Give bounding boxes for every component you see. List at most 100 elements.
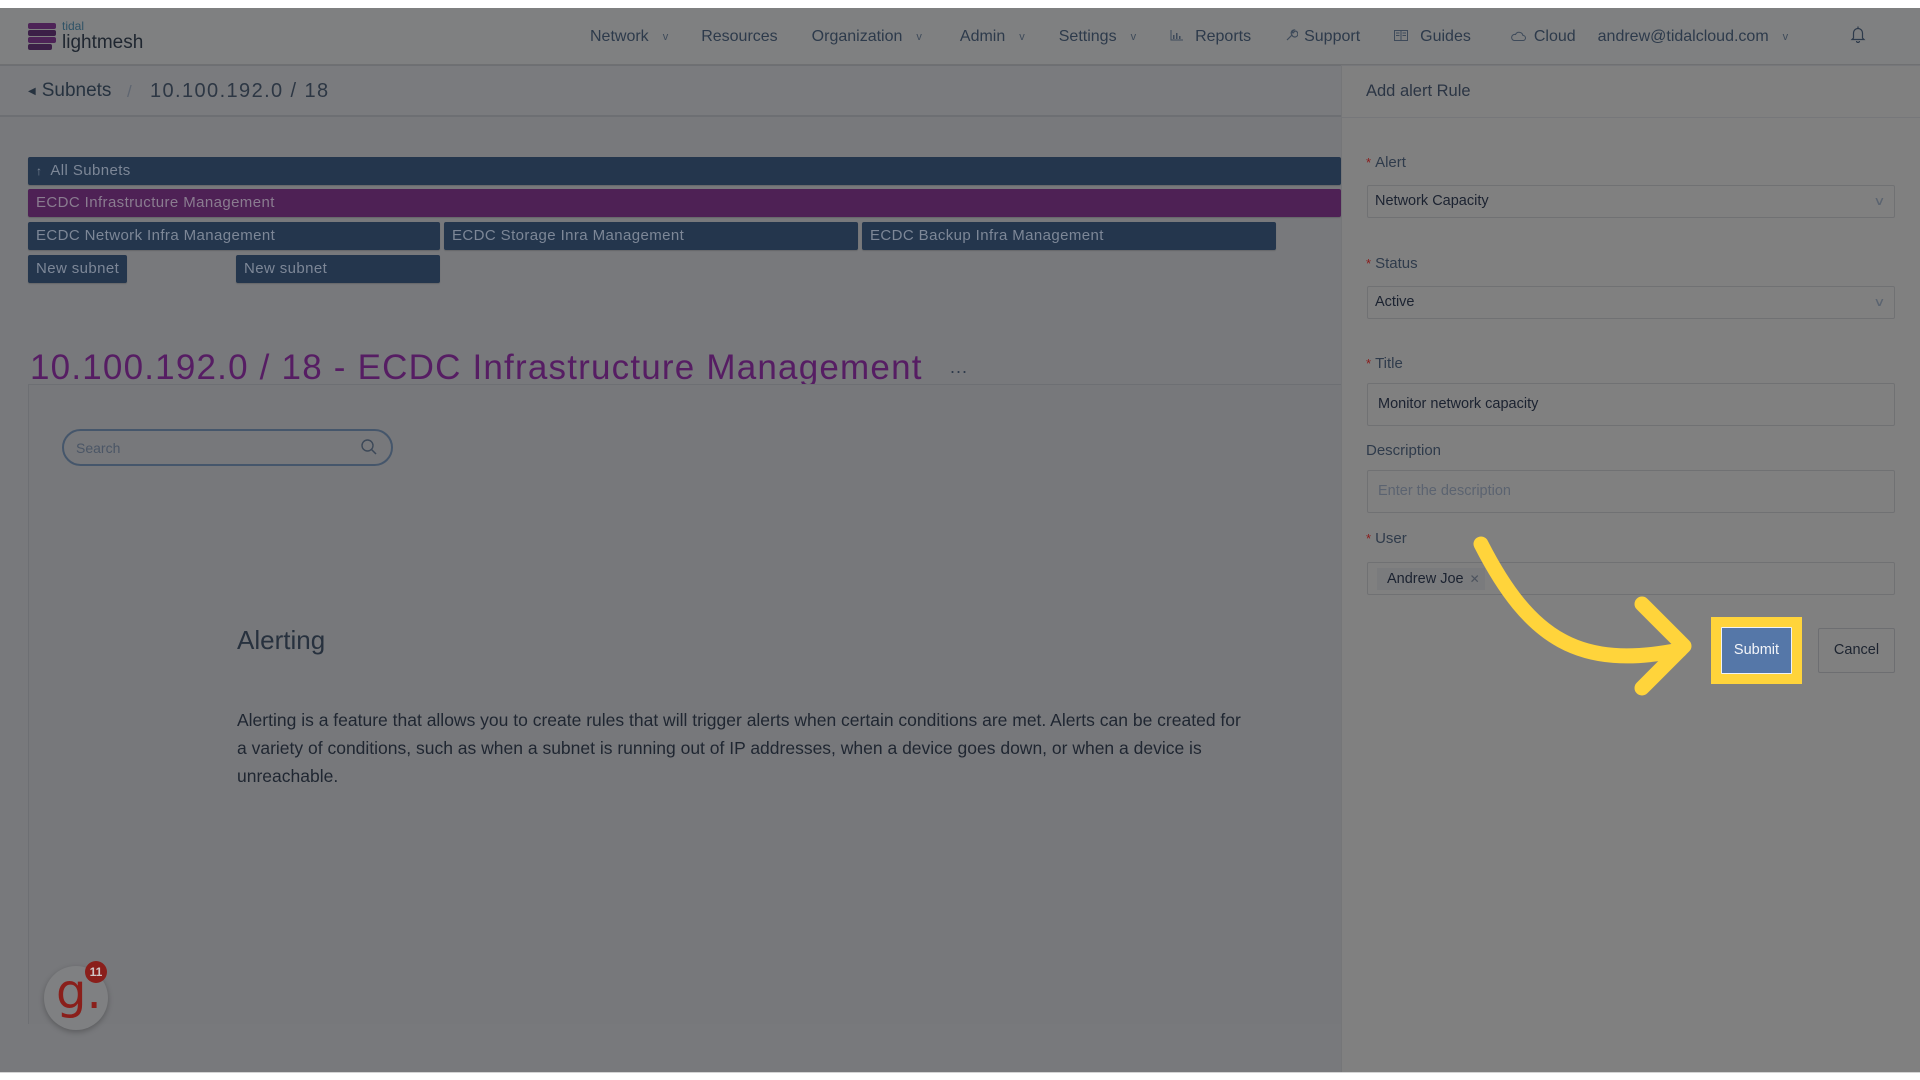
status-label: * Status bbox=[1366, 255, 1418, 272]
breadcrumb-current: 10.100.192.0 / 18 bbox=[150, 80, 330, 102]
logo-small-text: tidal bbox=[62, 19, 85, 33]
subnet-label: All Subnets bbox=[50, 162, 131, 179]
required-mark: * bbox=[1366, 256, 1372, 271]
help-widget-button[interactable]: g. 11 bbox=[44, 961, 108, 1030]
app-screen: tidal lightmesh Network v Resources Orga… bbox=[0, 8, 1920, 1072]
field-label: Title bbox=[1375, 355, 1403, 372]
nav-label: Resources bbox=[701, 27, 778, 45]
nav-support[interactable]: Support bbox=[1285, 28, 1360, 46]
description-label: Description bbox=[1366, 442, 1442, 459]
select-value: Active bbox=[1375, 294, 1415, 310]
subnet-new[interactable]: New subnet bbox=[28, 255, 127, 283]
user-label: * User bbox=[1366, 530, 1407, 547]
breadcrumb-separator: / bbox=[127, 82, 132, 101]
description-input[interactable]: Enter the description bbox=[1367, 470, 1895, 513]
user-menu[interactable]: andrew@tidalcloud.com v bbox=[1598, 28, 1789, 46]
logo[interactable]: tidal lightmesh bbox=[28, 20, 143, 52]
nav-settings[interactable]: Settings v bbox=[1059, 28, 1136, 46]
subnet-child[interactable]: ECDC Storage Inra Management bbox=[444, 222, 858, 250]
required-mark: * bbox=[1366, 531, 1372, 546]
nav-network[interactable]: Network v bbox=[590, 28, 668, 46]
bar-chart-icon bbox=[1170, 29, 1184, 44]
chevron-down-icon: ∨ bbox=[1873, 295, 1886, 309]
arrow-up-icon: ↑ bbox=[36, 164, 43, 178]
search-icon[interactable] bbox=[360, 438, 378, 456]
nav-label: Support bbox=[1304, 27, 1361, 45]
nav-label: Settings bbox=[1058, 27, 1117, 45]
subnet-label: New subnet bbox=[36, 260, 120, 277]
required-mark: * bbox=[1366, 356, 1372, 371]
top-nav: tidal lightmesh Network v Resources Orga… bbox=[0, 8, 1920, 65]
alerting-heading: Alerting bbox=[237, 625, 326, 655]
subnet-all-subnets[interactable]: ↑ All Subnets bbox=[28, 157, 1341, 185]
required-mark: * bbox=[1366, 155, 1372, 170]
chevron-down-icon: v bbox=[1019, 30, 1025, 43]
user-tag-label: Andrew Joe bbox=[1387, 571, 1464, 587]
chevron-down-icon: v bbox=[1782, 30, 1789, 43]
book-icon bbox=[1394, 29, 1409, 44]
subnet-new[interactable]: New subnet bbox=[236, 255, 440, 283]
alert-label: * Alert bbox=[1366, 154, 1406, 171]
subnet-label: ECDC Storage Inra Management bbox=[452, 227, 685, 244]
drawer-header: Add alert Rule bbox=[1342, 65, 1920, 118]
nav-reports[interactable]: Reports bbox=[1170, 28, 1251, 46]
nav-label: Network bbox=[590, 27, 649, 45]
nav-label: Cloud bbox=[1533, 27, 1576, 45]
nav-resources[interactable]: Resources bbox=[701, 28, 777, 46]
chevron-down-icon: ∨ bbox=[1873, 194, 1886, 208]
subnet-child[interactable]: ECDC Backup Infra Management bbox=[862, 222, 1276, 250]
nav-admin[interactable]: Admin v bbox=[960, 28, 1025, 46]
user-select[interactable]: Andrew Joe ✕ bbox=[1367, 562, 1895, 595]
nav-label: Guides bbox=[1420, 27, 1471, 45]
chevron-down-icon: v bbox=[662, 30, 669, 43]
add-alert-rule-drawer: Add alert Rule * Alert Network Capacity ∨… bbox=[1341, 65, 1920, 1072]
nav-cloud[interactable]: Cloud bbox=[1511, 28, 1576, 46]
user-email: andrew@tidalcloud.com bbox=[1597, 27, 1769, 45]
nav-organization[interactable]: Organization v bbox=[812, 28, 922, 46]
wrench-icon bbox=[1285, 28, 1299, 45]
field-label: Status bbox=[1375, 255, 1418, 272]
chevron-down-icon: v bbox=[916, 30, 922, 43]
cloud-icon bbox=[1511, 29, 1526, 44]
notification-badge: 11 bbox=[85, 961, 107, 983]
nav-guides[interactable]: Guides bbox=[1394, 28, 1471, 46]
search-input[interactable] bbox=[76, 438, 346, 458]
logo-mark-icon bbox=[28, 23, 56, 50]
nav-label: Organization bbox=[811, 27, 903, 45]
nav-label: Reports bbox=[1195, 27, 1252, 45]
breadcrumb-back-label: Subnets bbox=[41, 80, 112, 101]
chevron-down-icon: v bbox=[1130, 30, 1137, 43]
alert-select[interactable]: Network Capacity ∨ bbox=[1367, 185, 1895, 218]
nav-menu: Network v Resources Organization v Admin… bbox=[590, 8, 1822, 65]
subnet-current[interactable]: ECDC Infrastructure Management bbox=[28, 189, 1341, 217]
drawer-title: Add alert Rule bbox=[1366, 82, 1471, 100]
more-actions-button[interactable]: ... bbox=[950, 357, 968, 378]
user-tag: Andrew Joe ✕ bbox=[1377, 568, 1485, 590]
select-value: Network Capacity bbox=[1375, 193, 1489, 209]
status-select[interactable]: Active ∨ bbox=[1367, 286, 1895, 319]
search-field[interactable] bbox=[62, 429, 393, 466]
subnet-label: ECDC Backup Infra Management bbox=[870, 227, 1104, 244]
alerts-panel bbox=[28, 384, 1341, 1024]
bottom-edge bbox=[0, 1072, 1920, 1080]
breadcrumb-subnets-link[interactable]: ◀ Subnets bbox=[28, 80, 111, 102]
page-title: 10.100.192.0 / 18 - ECDC Infrastructure … bbox=[30, 348, 923, 387]
breadcrumb: ◀ Subnets / 10.100.192.0 / 18 bbox=[0, 65, 1341, 117]
subnet-label: ECDC Network Infra Management bbox=[36, 227, 276, 244]
logo-text: tidal lightmesh bbox=[62, 20, 143, 52]
subnet-label: New subnet bbox=[244, 260, 328, 277]
alerting-description: Alerting is a feature that allows you to… bbox=[237, 710, 1241, 786]
remove-tag-icon[interactable]: ✕ bbox=[1470, 572, 1480, 586]
caret-left-icon: ◀ bbox=[28, 85, 36, 97]
field-label: Alert bbox=[1375, 154, 1406, 171]
title-input[interactable]: Monitor network capacity bbox=[1367, 383, 1895, 426]
submit-button[interactable]: Submit bbox=[1721, 627, 1792, 674]
cancel-button[interactable]: Cancel bbox=[1818, 628, 1895, 673]
bell-icon[interactable] bbox=[1847, 25, 1869, 47]
nav-label: Admin bbox=[959, 27, 1006, 45]
subnet-child[interactable]: ECDC Network Infra Management bbox=[28, 222, 440, 250]
subnet-label: ECDC Infrastructure Management bbox=[36, 194, 275, 211]
title-label: * Title bbox=[1366, 355, 1403, 372]
logo-big-text: lightmesh bbox=[62, 32, 144, 53]
field-label: User bbox=[1375, 530, 1407, 547]
